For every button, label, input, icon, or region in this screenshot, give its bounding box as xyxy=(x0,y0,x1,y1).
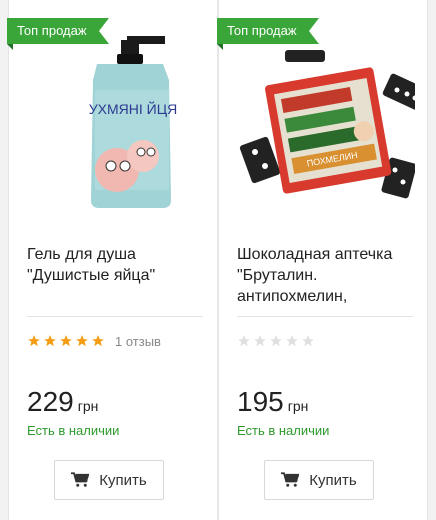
currency: грн xyxy=(287,398,309,414)
star-icon xyxy=(76,335,88,347)
product-card[interactable]: ПОХМЕЛИН Топ продаж Шоколадная аптечка "… xyxy=(217,0,428,520)
top-sales-badge: Топ продаж xyxy=(217,18,319,50)
star-icon xyxy=(302,335,314,347)
product-title[interactable]: Шоколадная аптечка "Бруталин. антипохмел… xyxy=(237,244,417,307)
buy-button-label: Купить xyxy=(309,471,357,489)
divider xyxy=(237,316,413,317)
price: 195 грн xyxy=(237,386,308,418)
divider xyxy=(27,316,203,317)
buy-button-label: Купить xyxy=(99,471,147,489)
star-icon xyxy=(270,335,282,347)
product-grid: УХМЯНІ ЙЦЯ Топ продаж Гель для душа "Душ… xyxy=(0,0,436,520)
star-icon xyxy=(238,335,250,347)
reviews-link[interactable]: 1 отзыв xyxy=(115,334,161,349)
star-icon xyxy=(44,335,56,347)
product-card[interactable]: УХМЯНІ ЙЦЯ Топ продаж Гель для душа "Душ… xyxy=(7,0,218,520)
star-icon xyxy=(92,335,104,347)
availability-status: Есть в наличии xyxy=(27,423,120,438)
product-image-shower-gel[interactable]: УХМЯНІ ЙЦЯ xyxy=(25,20,205,220)
rating[interactable] xyxy=(237,332,317,350)
price-value: 195 xyxy=(237,386,284,417)
bottle-label-text: УХМЯНІ ЙЦЯ xyxy=(89,100,177,117)
rating[interactable]: 1 отзыв xyxy=(27,332,161,350)
price: 229 грн xyxy=(27,386,98,418)
star-icon xyxy=(60,335,72,347)
availability-status: Есть в наличии xyxy=(237,423,330,438)
star-icon xyxy=(286,335,298,347)
price-value: 229 xyxy=(27,386,74,417)
top-sales-badge: Топ продаж xyxy=(7,18,109,50)
currency: грн xyxy=(77,398,99,414)
star-icon xyxy=(254,335,266,347)
product-title[interactable]: Гель для душа "Душистые яйца" xyxy=(27,244,207,286)
product-image-chocolate-kit[interactable]: ПОХМЕЛИН xyxy=(235,20,415,220)
cart-icon xyxy=(281,472,300,487)
buy-button[interactable]: Купить xyxy=(264,460,374,500)
cart-icon xyxy=(71,472,90,487)
star-icon xyxy=(28,335,40,347)
buy-button[interactable]: Купить xyxy=(54,460,164,500)
